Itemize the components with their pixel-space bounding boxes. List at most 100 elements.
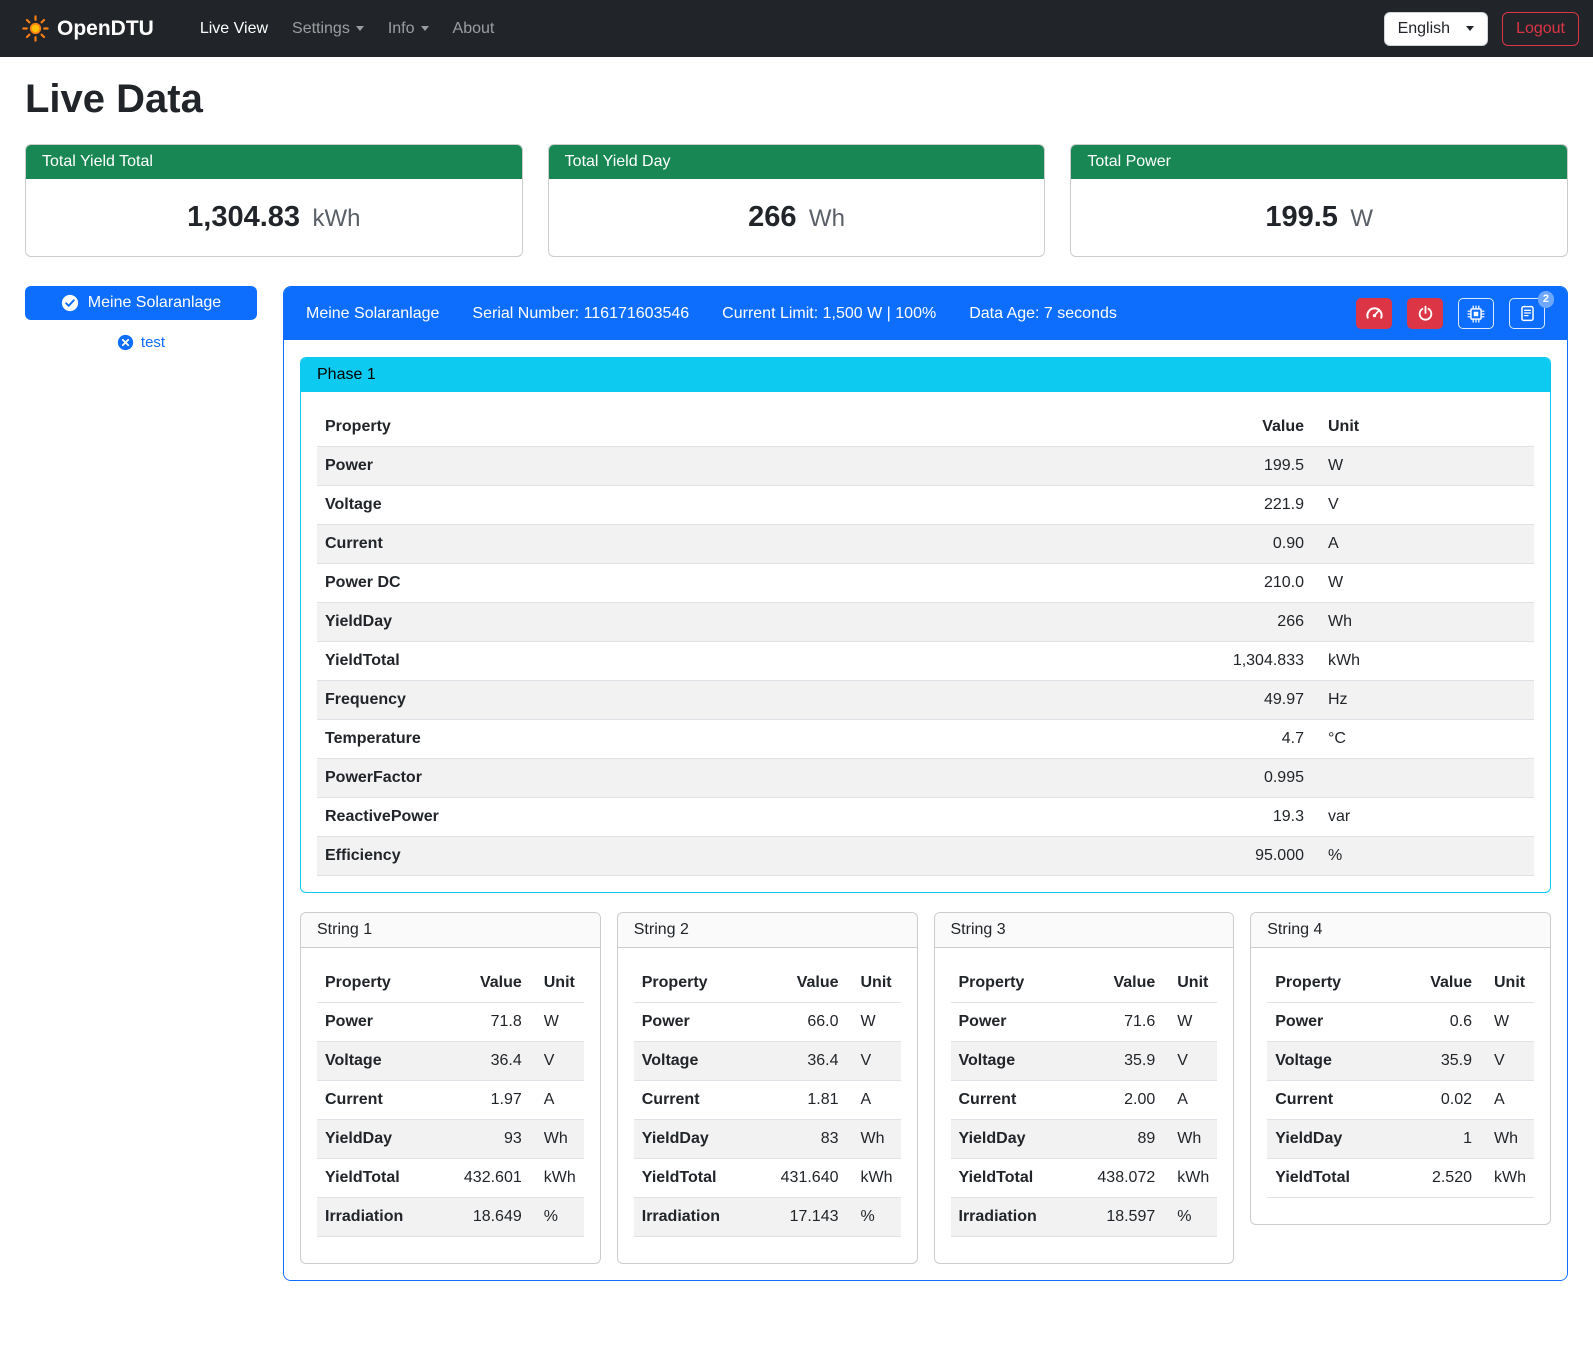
value-cell: 18.597	[1089, 1198, 1163, 1237]
property-cell: ReactivePower	[317, 798, 1162, 837]
table-row: YieldDay1Wh	[1267, 1120, 1534, 1159]
table-row: YieldDay83Wh	[634, 1120, 901, 1159]
value-cell: 1.97	[456, 1081, 530, 1120]
inverter-panel-header: Meine Solaranlage Serial Number: 1161716…	[284, 287, 1567, 340]
unit-cell: %	[847, 1198, 901, 1237]
col-property: Property	[1267, 964, 1410, 1003]
table-row: Voltage36.4V	[317, 1042, 584, 1081]
unit-cell: A	[1163, 1081, 1217, 1120]
table-row: PowerFactor0.995	[317, 759, 1534, 798]
property-cell: Power	[951, 1003, 1090, 1042]
language-select-value: English	[1398, 20, 1450, 38]
sidebar-item-label: Meine Solaranlage	[88, 294, 221, 312]
card-title: Total Yield Day	[549, 145, 1045, 179]
table-row: Irradiation18.597%	[951, 1198, 1218, 1237]
nav-info[interactable]: Info	[376, 12, 441, 46]
total-power-card: Total Power 199.5 W	[1070, 144, 1568, 257]
value-cell: 210.0	[1162, 564, 1312, 603]
string-card-title: String 2	[618, 913, 917, 948]
col-unit: Unit	[1312, 408, 1534, 447]
value-cell: 221.9	[1162, 486, 1312, 525]
unit-cell: W	[530, 1003, 584, 1042]
string-card-title: String 4	[1251, 913, 1550, 948]
power-control-button[interactable]	[1407, 298, 1443, 329]
col-property: Property	[317, 964, 456, 1003]
value-cell: 36.4	[773, 1042, 847, 1081]
property-cell: Voltage	[1267, 1042, 1410, 1081]
language-select[interactable]: English	[1384, 12, 1488, 46]
property-cell: Voltage	[317, 486, 1162, 525]
property-cell: Voltage	[634, 1042, 773, 1081]
string-3-card: String 3 Property Value Unit	[934, 912, 1235, 1264]
unit-cell: A	[530, 1081, 584, 1120]
table-row: YieldTotal2.520kWh	[1267, 1159, 1534, 1198]
journal-icon	[1519, 305, 1536, 322]
table-header-row: Property Value Unit	[634, 964, 901, 1003]
nav-live-view[interactable]: Live View	[188, 12, 280, 46]
total-yield-total-value: 1,304.83	[187, 201, 300, 233]
col-value: Value	[1089, 964, 1163, 1003]
table-row: YieldDay89Wh	[951, 1120, 1218, 1159]
table-row: Voltage36.4V	[634, 1042, 901, 1081]
string-card-body: Property Value Unit Power0.6WVoltage35.9…	[1251, 948, 1550, 1224]
sidebar-item-test[interactable]: test	[111, 333, 171, 352]
string-card-body: Property Value Unit Power71.6WVoltage35.…	[935, 948, 1234, 1263]
table-row: Power66.0W	[634, 1003, 901, 1042]
brand-link[interactable]: OpenDTU	[14, 11, 162, 46]
unit-cell: A	[847, 1081, 901, 1120]
unit-cell: V	[530, 1042, 584, 1081]
col-property: Property	[317, 408, 1162, 447]
property-cell: YieldDay	[317, 603, 1162, 642]
table-row: ReactivePower19.3var	[317, 798, 1534, 837]
unit-cell: A	[1480, 1081, 1534, 1120]
value-cell: 35.9	[1410, 1042, 1480, 1081]
events-count-badge: 2	[1538, 291, 1554, 308]
card-body: 1,304.83 kWh	[26, 179, 522, 256]
col-value: Value	[773, 964, 847, 1003]
limit-settings-button[interactable]	[1356, 298, 1392, 329]
logout-button[interactable]: Logout	[1502, 12, 1579, 46]
table-header-row: Property Value Unit	[317, 964, 584, 1003]
page-title: Live Data	[25, 77, 1568, 122]
card-body: 266 Wh	[549, 179, 1045, 256]
phase-card-title: Phase 1	[301, 358, 1550, 392]
property-cell: Irradiation	[951, 1198, 1090, 1237]
chevron-down-icon	[1466, 26, 1474, 31]
table-header-row: Property Value Unit	[317, 408, 1534, 447]
unit-cell: %	[530, 1198, 584, 1237]
value-cell: 18.649	[456, 1198, 530, 1237]
value-cell: 199.5	[1162, 447, 1312, 486]
nav-about[interactable]: About	[441, 12, 507, 46]
property-cell: Current	[317, 1081, 456, 1120]
card-body: 199.5 W	[1071, 179, 1567, 256]
property-cell: YieldDay	[951, 1120, 1090, 1159]
sidebar-item-meine-solaranlage[interactable]: Meine Solaranlage	[25, 286, 257, 320]
unit-cell: A	[1312, 525, 1534, 564]
event-log-button[interactable]: 2	[1509, 298, 1545, 329]
page-container: Live Data Total Yield Total 1,304.83 kWh…	[0, 57, 1593, 1305]
device-info-button[interactable]	[1458, 298, 1494, 329]
value-cell: 1.81	[773, 1081, 847, 1120]
table-row: Power71.8W	[317, 1003, 584, 1042]
table-row: Frequency49.97Hz	[317, 681, 1534, 720]
table-row: Current2.00A	[951, 1081, 1218, 1120]
unit-cell: %	[1163, 1198, 1217, 1237]
unit-cell: Wh	[1312, 603, 1534, 642]
property-cell: YieldTotal	[1267, 1159, 1410, 1198]
property-cell: Temperature	[317, 720, 1162, 759]
table-row: Current0.90A	[317, 525, 1534, 564]
property-cell: PowerFactor	[317, 759, 1162, 798]
value-cell: 0.90	[1162, 525, 1312, 564]
inverter-data-age: Data Age: 7 seconds	[969, 305, 1117, 323]
nav-settings[interactable]: Settings	[280, 12, 376, 46]
value-cell: 71.6	[1089, 1003, 1163, 1042]
unit-cell: Wh	[847, 1120, 901, 1159]
table-row: Power71.6W	[951, 1003, 1218, 1042]
value-cell: 2.520	[1410, 1159, 1480, 1198]
property-cell: Voltage	[951, 1042, 1090, 1081]
phase-table: Property Value Unit Power199.5WVoltage22…	[317, 408, 1534, 876]
table-row: YieldTotal431.640kWh	[634, 1159, 901, 1198]
property-cell: YieldTotal	[951, 1159, 1090, 1198]
unit-cell: %	[1312, 837, 1534, 876]
total-yield-day-card: Total Yield Day 266 Wh	[548, 144, 1046, 257]
